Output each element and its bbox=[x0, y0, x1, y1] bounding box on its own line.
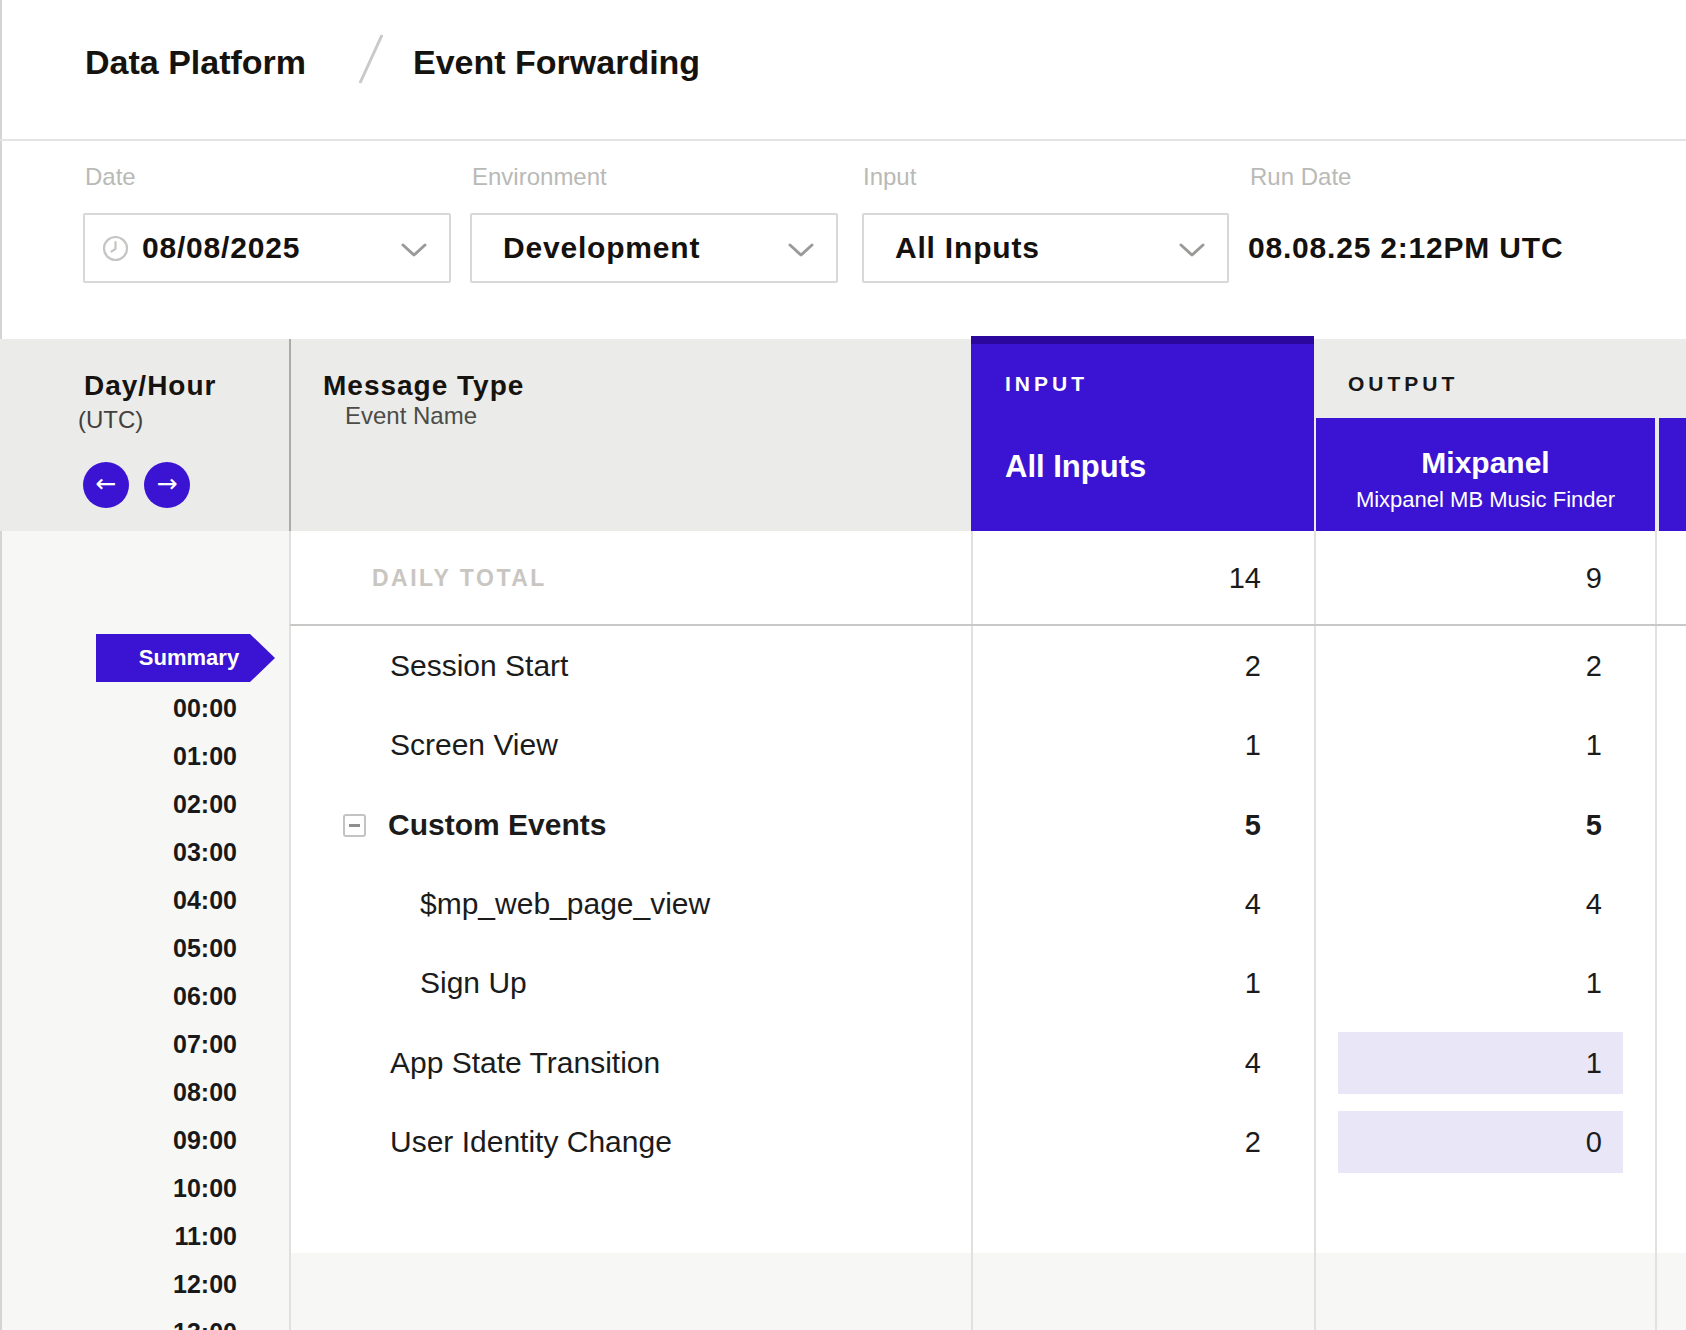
environment-filter-label: Environment bbox=[472, 164, 607, 190]
hour-label[interactable]: 06:00 bbox=[60, 981, 237, 1011]
event-row-name: User Identity Change bbox=[390, 1125, 672, 1159]
input-column-name: All Inputs bbox=[1005, 450, 1146, 484]
daily-total-divider bbox=[290, 624, 1686, 626]
event-row-input: 2 bbox=[1001, 649, 1261, 683]
output-column-header-partial[interactable] bbox=[1659, 418, 1686, 531]
event-row-output: 1 bbox=[1342, 966, 1602, 1000]
page-title: Event Forwarding bbox=[413, 41, 700, 83]
event-row-output: 2 bbox=[1342, 649, 1602, 683]
event-row-output: 0 bbox=[1342, 1125, 1602, 1159]
output-column-subtitle: Mixpanel MB Music Finder bbox=[1316, 486, 1655, 514]
collapse-icon[interactable] bbox=[343, 814, 366, 837]
chevron-down-icon bbox=[1179, 243, 1205, 257]
hour-label[interactable]: 00:00 bbox=[60, 693, 237, 723]
summary-label: Summary bbox=[96, 634, 266, 682]
input-value: All Inputs bbox=[895, 231, 1040, 265]
chevron-down-icon bbox=[788, 243, 814, 257]
run-date-label: Run Date bbox=[1250, 164, 1351, 190]
event-row-output: 5 bbox=[1342, 808, 1602, 842]
input-filter-label: Input bbox=[863, 164, 916, 190]
input-dropdown[interactable]: All Inputs bbox=[862, 213, 1229, 283]
next-day-button[interactable]: → bbox=[144, 462, 190, 508]
environment-value: Development bbox=[503, 231, 700, 265]
hour-label[interactable]: 11:00 bbox=[60, 1221, 237, 1251]
event-forwarding-page: Data Platform Event Forwarding Date Envi… bbox=[0, 0, 1686, 1330]
output-section-label: OUTPUT bbox=[1348, 371, 1458, 397]
header-divider bbox=[0, 139, 1686, 141]
daily-total-label: DAILY TOTAL bbox=[372, 563, 547, 593]
arrow-right-icon: → bbox=[157, 469, 178, 498]
chevron-down-icon bbox=[401, 243, 427, 257]
summary-row-tag[interactable]: Summary bbox=[96, 634, 275, 682]
hour-label[interactable]: 03:00 bbox=[60, 837, 237, 867]
event-row-name: Session Start bbox=[390, 649, 568, 683]
col-divider-3 bbox=[1655, 531, 1657, 1330]
event-row-input: 2 bbox=[1001, 1125, 1261, 1159]
col-divider-1 bbox=[971, 531, 973, 1330]
input-section-label: INPUT bbox=[1005, 371, 1088, 397]
event-row-name: $mp_web_page_view bbox=[420, 887, 710, 921]
event-row-input: 5 bbox=[1001, 808, 1261, 842]
event-row-input: 4 bbox=[1001, 887, 1261, 921]
input-column-header[interactable]: INPUT All Inputs bbox=[971, 336, 1314, 531]
hour-label[interactable]: 04:00 bbox=[60, 885, 237, 915]
rail-divider bbox=[289, 531, 291, 1330]
hour-label[interactable]: 01:00 bbox=[60, 741, 237, 771]
hour-label[interactable]: 07:00 bbox=[60, 1029, 237, 1059]
run-date-value: 08.08.25 2:12PM UTC bbox=[1248, 231, 1563, 265]
event-row-name[interactable]: Custom Events bbox=[388, 808, 606, 842]
hour-label[interactable]: 09:00 bbox=[60, 1125, 237, 1155]
hour-label[interactable]: 05:00 bbox=[60, 933, 237, 963]
col-divider-2 bbox=[1314, 531, 1316, 1330]
day-hour-subtitle: (UTC) bbox=[78, 406, 143, 434]
daily-total-output: 9 bbox=[1342, 561, 1602, 595]
event-row-output: 1 bbox=[1342, 1046, 1602, 1080]
event-row-input: 1 bbox=[1001, 728, 1261, 762]
date-value: 08/08/2025 bbox=[142, 231, 300, 265]
hour-label[interactable]: 08:00 bbox=[60, 1077, 237, 1107]
prev-day-button[interactable]: ← bbox=[83, 462, 129, 508]
day-hour-title: Day/Hour bbox=[84, 370, 216, 402]
event-row-name: Sign Up bbox=[420, 966, 527, 1000]
grid-footer bbox=[290, 1253, 1686, 1330]
date-filter-label: Date bbox=[85, 164, 136, 190]
hour-label[interactable]: 02:00 bbox=[60, 789, 237, 819]
daily-total-input: 14 bbox=[1001, 561, 1261, 595]
message-type-title: Message Type bbox=[323, 370, 524, 402]
output-column-header-mixpanel[interactable]: Mixpanel Mixpanel MB Music Finder bbox=[1316, 418, 1655, 531]
message-type-subtitle: Event Name bbox=[345, 402, 477, 430]
clock-icon bbox=[102, 235, 129, 262]
event-row-input: 1 bbox=[1001, 966, 1261, 1000]
arrow-left-icon: ← bbox=[96, 469, 117, 498]
event-row-name: App State Transition bbox=[390, 1046, 660, 1080]
hour-label[interactable]: 13:00 bbox=[60, 1317, 237, 1330]
event-row-output: 1 bbox=[1342, 728, 1602, 762]
output-column-name: Mixpanel bbox=[1316, 446, 1655, 480]
event-row-input: 4 bbox=[1001, 1046, 1261, 1080]
hour-label[interactable]: 10:00 bbox=[60, 1173, 237, 1203]
breadcrumb-separator-icon bbox=[358, 33, 384, 85]
date-dropdown[interactable]: 08/08/2025 bbox=[83, 213, 451, 283]
breadcrumb-section[interactable]: Data Platform bbox=[85, 41, 306, 83]
event-row-name: Screen View bbox=[390, 728, 558, 762]
day-hour-separator bbox=[289, 339, 291, 531]
hour-label[interactable]: 12:00 bbox=[60, 1269, 237, 1299]
event-row-output: 4 bbox=[1342, 887, 1602, 921]
environment-dropdown[interactable]: Development bbox=[470, 213, 838, 283]
